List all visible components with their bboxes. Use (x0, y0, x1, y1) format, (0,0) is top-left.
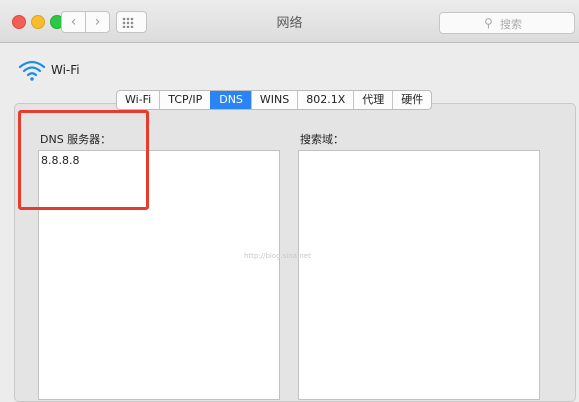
tab-tcpip[interactable]: TCP/IP (159, 91, 210, 109)
network-name: Wi-Fi (51, 63, 80, 77)
tab-bar: Wi-Fi TCP/IP DNS WINS 802.1X 代理 硬件 (116, 90, 433, 110)
search-placeholder: 搜索 (500, 18, 522, 31)
search-domains-label: 搜索域： (300, 133, 344, 146)
wifi-icon (18, 60, 46, 81)
tab-proxy[interactable]: 代理 (353, 91, 392, 109)
search-icon: ⚲ (484, 16, 493, 30)
tab-dns[interactable]: DNS (210, 91, 251, 109)
tab-wifi[interactable]: Wi-Fi (117, 91, 159, 109)
tab-hardware[interactable]: 硬件 (392, 91, 431, 109)
search-field[interactable]: ⚲ 搜索 (439, 12, 575, 34)
tab-8021x[interactable]: 802.1X (297, 91, 353, 109)
title-bar: ‹ › 网络 ⚲ 搜索 (0, 0, 579, 43)
search-domains-list[interactable] (298, 150, 540, 400)
tab-wins[interactable]: WINS (250, 91, 297, 109)
highlight-box (18, 110, 149, 210)
watermark: http://blog.sina.net (244, 252, 311, 260)
